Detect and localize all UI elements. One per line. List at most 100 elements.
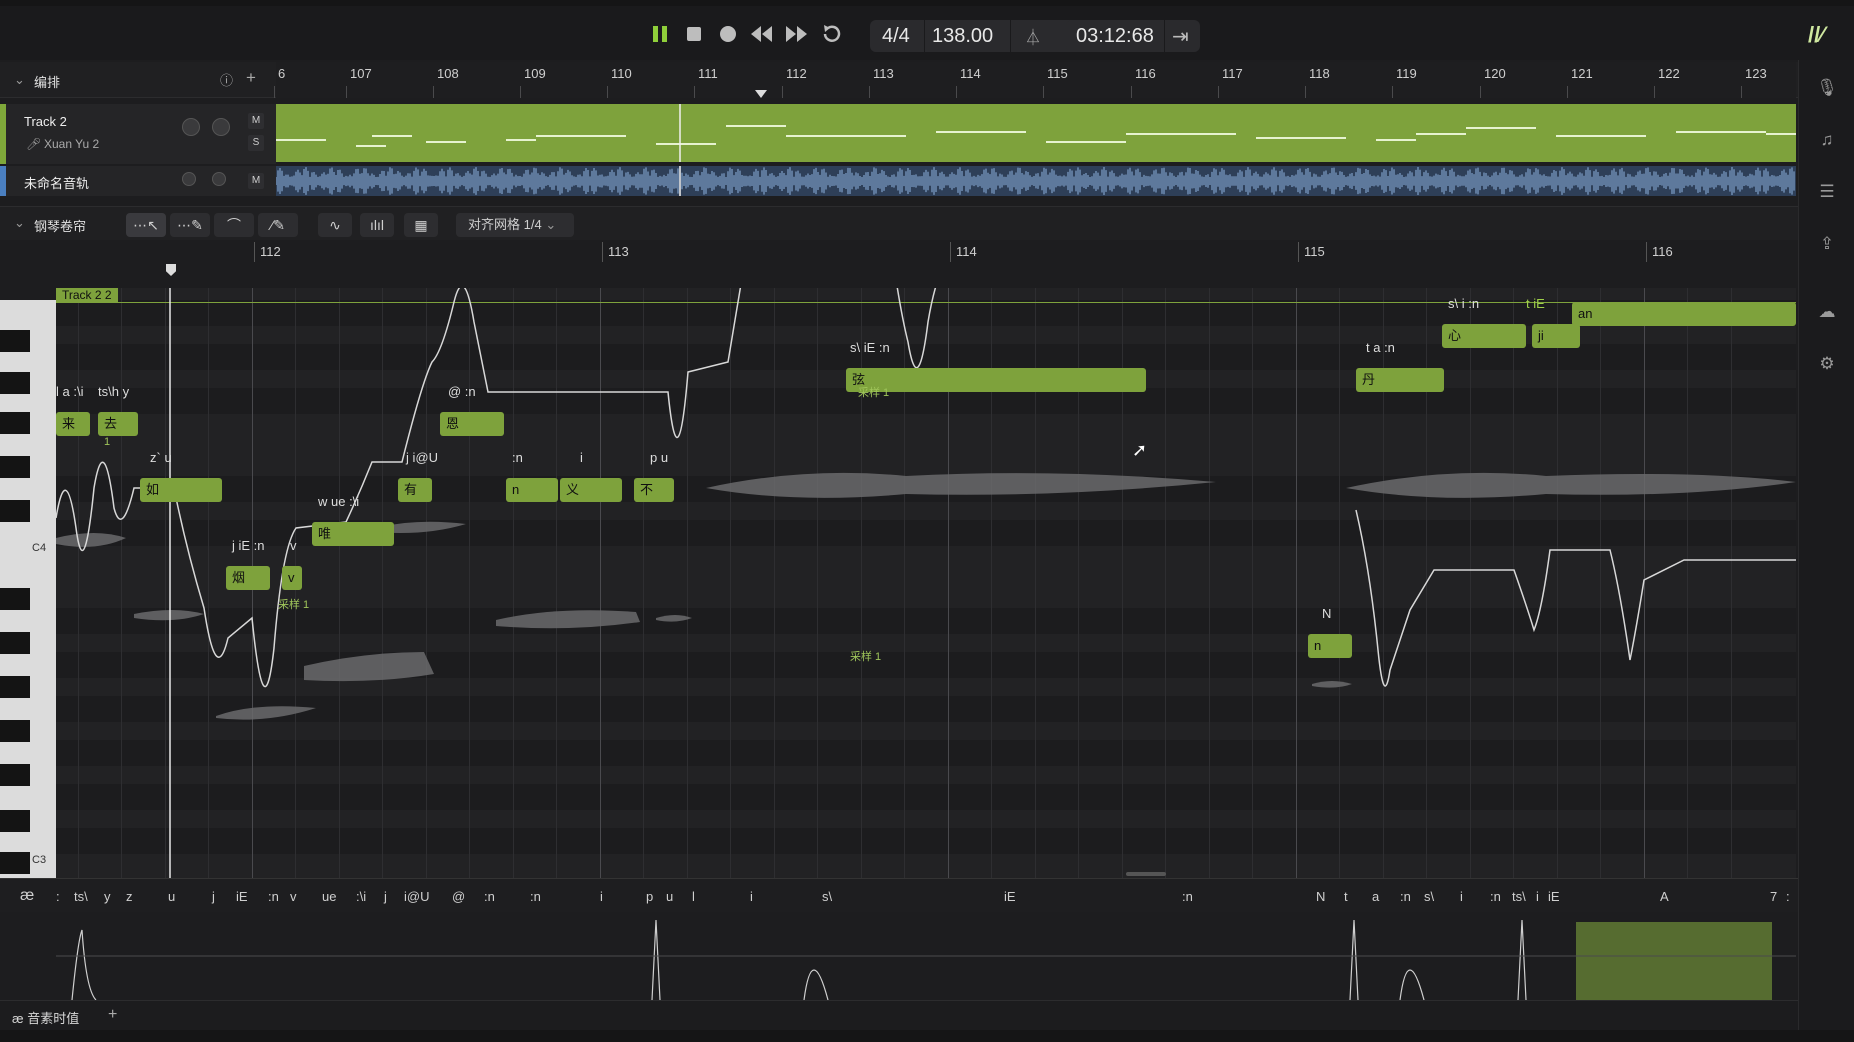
note-block[interactable]: 弦: [846, 368, 1146, 392]
phoneme-label[interactable]: ts\: [74, 889, 88, 904]
phoneme-label[interactable]: ts\: [1512, 889, 1526, 904]
black-key[interactable]: [0, 372, 30, 394]
list-icon[interactable]: ☰: [1815, 180, 1839, 204]
playhead-position[interactable]: 03:12:68: [1076, 25, 1154, 48]
cloud-icon[interactable]: ☁: [1815, 300, 1839, 324]
note-phoneme-label[interactable]: A 7 :n: [1578, 288, 1611, 289]
phoneme-label[interactable]: j: [384, 889, 387, 904]
follow-icon[interactable]: ⇥: [1172, 24, 1189, 49]
note-block[interactable]: 来: [56, 412, 90, 436]
singer-name[interactable]: Xuan Yu 2: [44, 137, 99, 151]
phoneme-label[interactable]: j: [212, 889, 215, 904]
track2-clip[interactable]: [276, 104, 1796, 162]
black-key[interactable]: [0, 588, 30, 610]
volume-knob[interactable]: [182, 118, 200, 136]
phoneme-label[interactable]: i: [750, 889, 753, 904]
phoneme-label[interactable]: iE: [236, 889, 248, 904]
note-phoneme-label[interactable]: N: [1322, 606, 1331, 621]
note-block[interactable]: 如: [140, 478, 222, 502]
phoneme-label[interactable]: :: [1786, 889, 1790, 904]
draw-note-tool-icon[interactable]: ⋯✎: [170, 213, 210, 237]
pan-knob[interactable]: [212, 118, 230, 136]
black-key[interactable]: [0, 500, 30, 522]
pitch-curve-toggle-icon[interactable]: ∿: [318, 213, 352, 237]
loop-icon[interactable]: [818, 20, 846, 48]
phoneme-label[interactable]: i: [1460, 889, 1463, 904]
phoneme-label[interactable]: :n: [1182, 889, 1193, 904]
phoneme-label[interactable]: y: [104, 889, 111, 904]
phoneme-label[interactable]: iE: [1548, 889, 1560, 904]
note-block[interactable]: 有: [398, 478, 432, 502]
tempo[interactable]: 138.00: [932, 25, 993, 48]
phoneme-label[interactable]: u: [168, 889, 175, 904]
phoneme-label[interactable]: s\: [822, 889, 832, 904]
note-block[interactable]: 不: [634, 478, 674, 502]
black-key[interactable]: [0, 720, 30, 742]
volume-knob[interactable]: [182, 172, 196, 186]
black-key[interactable]: [0, 456, 30, 478]
phoneme-label[interactable]: a: [1372, 889, 1379, 904]
black-key[interactable]: [0, 852, 30, 874]
phoneme-label[interactable]: z: [126, 889, 133, 904]
snap-dropdown[interactable]: 对齐网格 1/4 ⌄: [456, 213, 574, 237]
curve-tool-icon[interactable]: ⌒: [214, 213, 254, 237]
phoneme-label[interactable]: t: [1344, 889, 1348, 904]
note-phoneme-label[interactable]: p u: [650, 450, 668, 465]
note-block[interactable]: 丹: [1356, 368, 1444, 392]
note-phoneme-label[interactable]: @ :n: [448, 384, 476, 399]
phoneme-label[interactable]: i: [600, 889, 603, 904]
phoneme-label[interactable]: l: [692, 889, 695, 904]
phoneme-label[interactable]: @: [452, 889, 465, 904]
metronome-icon[interactable]: ⏃: [1018, 24, 1048, 48]
track-header-track2[interactable]: Track 2 🎤︎ Xuan Yu 2 M S: [0, 104, 276, 164]
note-phoneme-label[interactable]: z` u: [150, 450, 172, 465]
note-block[interactable]: an: [1572, 302, 1796, 326]
phoneme-label[interactable]: v: [290, 889, 297, 904]
piano-roll-grid[interactable]: Track 2 2 来l a :\i 去 ts\h y 如 z` u烟j iE :n v v…: [56, 288, 1796, 878]
phoneme-label[interactable]: u: [666, 889, 673, 904]
phoneme-label[interactable]: 7: [1770, 889, 1777, 904]
export-icon[interactable]: ⇪: [1815, 232, 1839, 256]
add-tab-icon[interactable]: +: [108, 1006, 117, 1024]
phoneme-label[interactable]: i: [1536, 889, 1539, 904]
music-note-icon[interactable]: ♫: [1815, 128, 1839, 152]
phoneme-label[interactable]: p: [646, 889, 653, 904]
solo-button[interactable]: S: [248, 135, 264, 151]
phoneme-label[interactable]: :n: [1490, 889, 1501, 904]
note-block[interactable]: v: [282, 566, 302, 590]
gear-icon[interactable]: ⚙: [1815, 352, 1839, 376]
mute-button[interactable]: M: [248, 113, 264, 129]
phoneme-label[interactable]: A: [1660, 889, 1669, 904]
note-phoneme-label[interactable]: i: [580, 450, 583, 465]
phoneme-duration-tab[interactable]: æ 音素时值: [12, 1008, 79, 1027]
note-block[interactable]: ji: [1532, 324, 1580, 348]
note-phoneme-label[interactable]: t a :n: [1366, 340, 1395, 355]
phoneme-label[interactable]: :: [56, 889, 60, 904]
black-key[interactable]: [0, 810, 30, 832]
add-track-icon[interactable]: +: [246, 68, 256, 88]
collapse-chevron-icon[interactable]: ⌄: [14, 72, 25, 88]
select-tool-icon[interactable]: ⋯↖: [126, 213, 166, 237]
mute-button[interactable]: M: [248, 173, 264, 189]
audio-clip[interactable]: [275, 166, 1796, 196]
track-name[interactable]: 未命名音轨: [24, 173, 89, 192]
black-key[interactable]: [0, 676, 30, 698]
track-name[interactable]: Track 2: [24, 114, 67, 129]
pause-icon[interactable]: [646, 20, 674, 48]
phoneme-label[interactable]: s\: [1424, 889, 1434, 904]
phoneme-label[interactable]: N: [1316, 889, 1325, 904]
sample-tag[interactable]: 采样 1: [278, 596, 309, 612]
black-key[interactable]: [0, 632, 30, 654]
note-phoneme-label[interactable]: ts\h y: [98, 384, 129, 399]
note-phoneme-label[interactable]: j iE :n: [232, 538, 265, 553]
phoneme-label[interactable]: i@U: [404, 889, 429, 904]
black-key[interactable]: [0, 764, 30, 786]
pan-knob[interactable]: [212, 172, 226, 186]
note-block[interactable]: 恩: [440, 412, 504, 436]
rewind-icon[interactable]: [748, 20, 776, 48]
phoneme-label[interactable]: iE: [1004, 889, 1016, 904]
time-signature[interactable]: 4/4: [882, 25, 910, 48]
track-header-unnamed[interactable]: 未命名音轨 M: [0, 166, 276, 196]
phoneme-label[interactable]: :n: [530, 889, 541, 904]
waveform-toggle-icon[interactable]: ılıl: [360, 213, 394, 237]
